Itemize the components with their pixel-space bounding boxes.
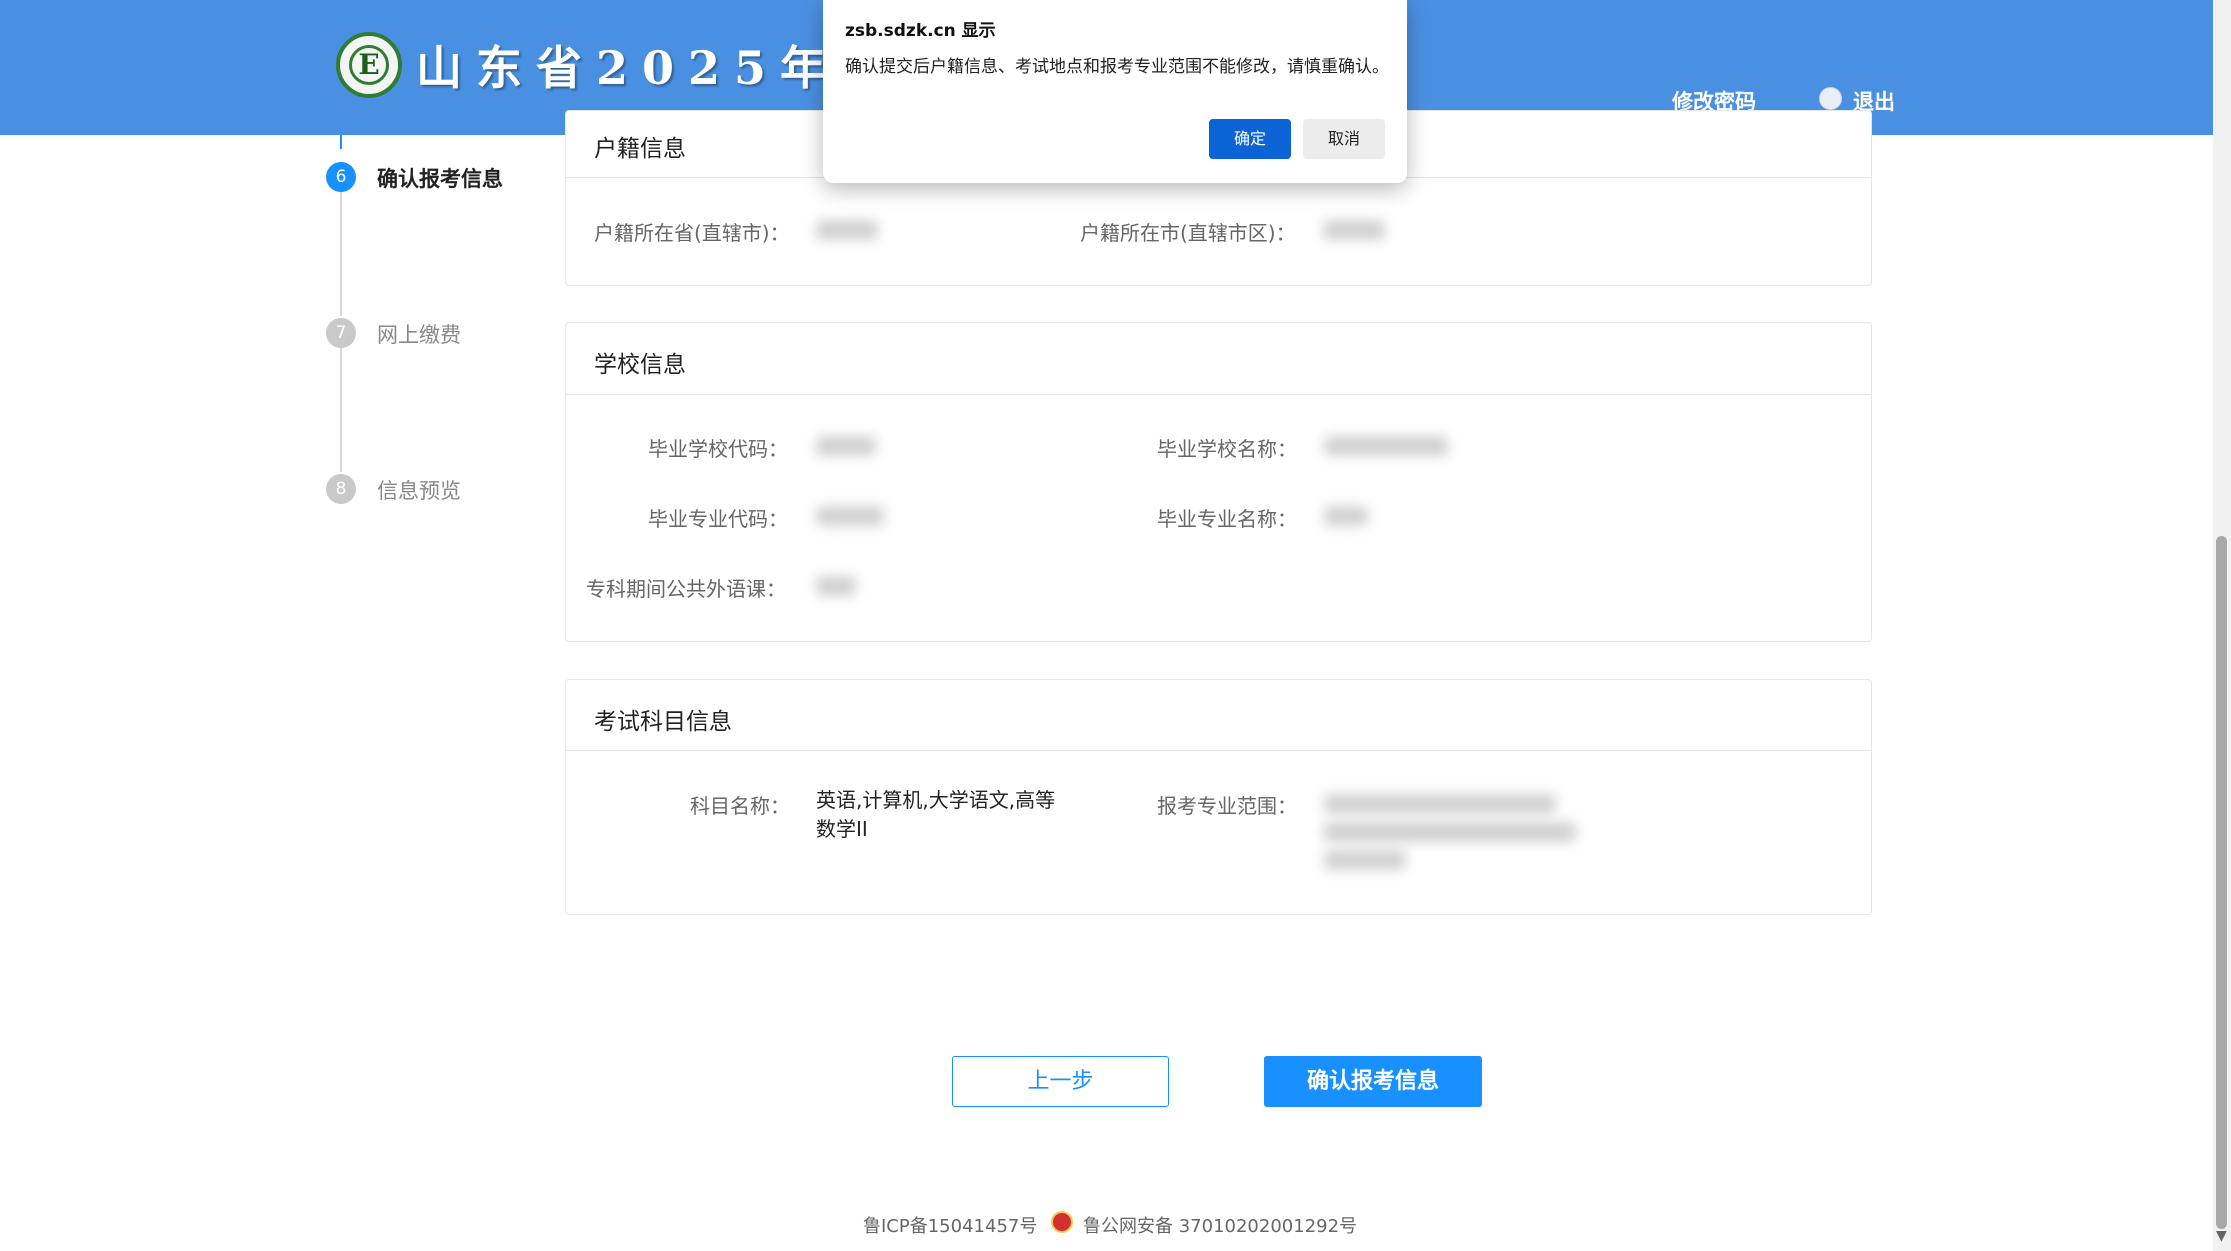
dialog-title: zsb.sdzk.cn 显示 <box>845 21 996 41</box>
dialog-cancel-button[interactable]: 取消 <box>1303 119 1385 159</box>
major-name-redacted <box>1324 506 1368 526</box>
confirm-registration-button[interactable]: 确认报考信息 <box>1264 1056 1482 1107</box>
card-title: 学校信息 <box>594 352 686 378</box>
previous-step-button[interactable]: 上一步 <box>952 1056 1169 1107</box>
dialog-message: 确认提交后户籍信息、考试地点和报考专业范围不能修改，请慎重确认。 <box>845 57 1389 77</box>
confirm-dialog: zsb.sdzk.cn 显示 确认提交后户籍信息、考试地点和报考专业范围不能修改… <box>823 0 1407 183</box>
step-connector <box>340 192 342 316</box>
logo-icon: E <box>336 32 402 98</box>
subjects-info-card: 考试科目信息 科目名称： 英语,计算机,大学语文,高等 数学II 报考专业范围： <box>565 679 1872 915</box>
major-code-redacted <box>816 506 884 526</box>
card-title: 考试科目信息 <box>594 709 732 735</box>
step-8-label: 信息预览 <box>377 479 461 503</box>
scrollbar-thumb[interactable] <box>2216 536 2227 1229</box>
step-6-label: 确认报考信息 <box>377 167 503 191</box>
school-info-card: 学校信息 毕业学校代码： 毕业学校名称： 毕业专业代码： 毕业专业名称： 专科期… <box>565 322 1872 642</box>
card-title: 户籍信息 <box>594 136 686 162</box>
divider <box>566 750 1871 751</box>
school-name-redacted <box>1324 436 1448 456</box>
major-scope-redacted <box>1324 850 1406 870</box>
foreign-language-redacted <box>816 576 856 596</box>
icp-link[interactable]: 鲁ICP备15041457号 <box>863 1212 1037 1238</box>
city-value-redacted <box>1323 220 1385 240</box>
city-label: 户籍所在市(直辖市区)： <box>1080 221 1296 245</box>
step-connector <box>340 135 342 149</box>
major-scope-redacted <box>1324 822 1576 842</box>
step-connector <box>340 348 342 472</box>
major-name-label: 毕业专业名称： <box>1157 507 1297 531</box>
major-scope-redacted <box>1324 794 1556 814</box>
school-code-redacted <box>816 436 876 456</box>
school-name-label: 毕业学校名称： <box>1157 437 1297 461</box>
step-7-label: 网上缴费 <box>377 323 461 347</box>
province-value-redacted <box>816 220 878 240</box>
dialog-ok-button[interactable]: 确定 <box>1209 119 1291 159</box>
divider <box>566 394 1871 395</box>
step-8-dot: 8 <box>326 474 356 504</box>
subject-name-label: 科目名称： <box>690 794 790 818</box>
police-badge-icon <box>1051 1211 1073 1233</box>
major-code-label: 毕业专业代码： <box>648 507 788 531</box>
subject-name-value: 英语,计算机,大学语文,高等 数学II <box>816 788 1056 841</box>
user-avatar-icon <box>1819 87 1842 110</box>
school-code-label: 毕业学校代码： <box>648 437 788 461</box>
step-7-dot: 7 <box>326 318 356 348</box>
step-6-dot: 6 <box>326 162 356 192</box>
scroll-down-arrow-icon[interactable]: ▼ <box>2216 1228 2227 1244</box>
foreign-language-label: 专科期间公共外语课： <box>586 577 786 601</box>
major-scope-label: 报考专业范围： <box>1157 794 1297 818</box>
province-label: 户籍所在省(直辖市)： <box>594 221 790 245</box>
police-record-link[interactable]: 鲁公网安备 37010202001292号 <box>1083 1212 1357 1238</box>
